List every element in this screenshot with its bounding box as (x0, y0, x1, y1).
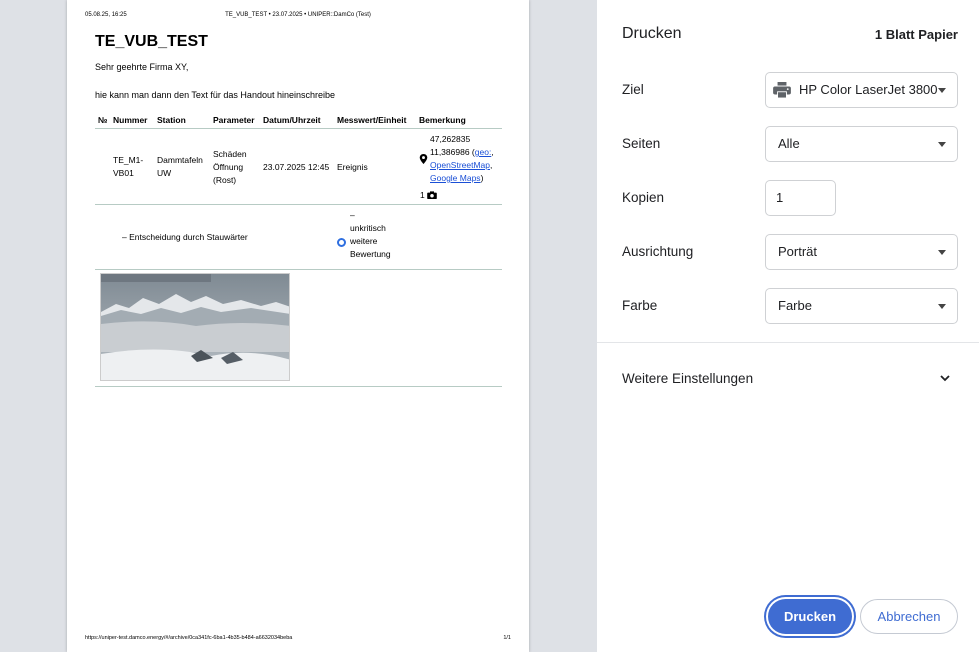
caret-down-icon (938, 142, 946, 147)
destination-label: Ziel (622, 82, 644, 97)
coords-lon: 11,386986 (430, 147, 470, 157)
document-intro: hie kann man dann den Text für das Hando… (95, 90, 335, 100)
panel-title: Drucken (622, 25, 682, 42)
page-footer-url: https://uniper-test.damco.energy/#/archi… (85, 635, 293, 641)
cell-parameter: Schäden Öffnung (Rost) (213, 149, 247, 185)
option-weitere-bewertung: weitere Bewertung (350, 236, 391, 259)
table-divider (95, 269, 502, 270)
photo-count: 1 (420, 189, 437, 202)
printer-icon (773, 82, 791, 98)
webcam-photo (100, 273, 290, 381)
cell-nummer: TE_M1-VB01 (113, 155, 144, 178)
cell-bemerkung: 47,262835 11,386986 (geo:, OpenStreetMap… (430, 133, 504, 185)
osm-line: OpenStreetMap, (430, 160, 493, 170)
map-pin-icon (419, 154, 428, 164)
th-number-sign: № (98, 115, 108, 125)
th-nummer: Nummer (113, 115, 148, 125)
sheet-count: 1 Blatt Papier (874, 27, 958, 42)
preview-page: 05.08.25, 16:25 TE_VUB_TEST • 23.07.2025… (67, 0, 529, 652)
geo-link[interactable]: geo: (475, 147, 492, 157)
print-preview-area: 05.08.25, 16:25 TE_VUB_TEST • 23.07.2025… (0, 0, 597, 652)
page-footer-page-number: 1/1 (503, 635, 511, 641)
color-label: Farbe (622, 298, 658, 313)
th-datum: Datum/Uhrzeit (263, 115, 321, 125)
pages-select[interactable]: Alle (765, 126, 958, 162)
destination-value: HP Color LaserJet 3800 (799, 82, 938, 97)
copies-label: Kopien (622, 190, 665, 205)
print-settings-panel: Drucken 1 Blatt Papier Ziel HP Color Las… (597, 0, 979, 652)
caret-down-icon (938, 250, 946, 255)
option-dash: – (350, 210, 355, 220)
color-select[interactable]: Farbe (765, 288, 958, 324)
pages-value: Alle (778, 136, 800, 151)
page-header-title: TE_VUB_TEST • 23.07.2025 • UNIPER::DamCo… (225, 12, 371, 18)
more-settings-toggle[interactable]: Weitere Einstellungen (622, 371, 753, 386)
cell-station: Dammtafeln UW (157, 155, 203, 178)
caret-down-icon (938, 304, 946, 309)
color-value: Farbe (778, 298, 812, 313)
openstreetmap-link[interactable]: OpenStreetMap (430, 160, 490, 170)
caret-down-icon (938, 88, 946, 93)
th-station: Station (157, 115, 186, 125)
cancel-button[interactable]: Abbrechen (860, 599, 958, 634)
decision-options: – unkritisch weitere Bewertung (350, 209, 410, 261)
chevron-down-icon[interactable] (939, 372, 951, 384)
cell-datum: 23.07.2025 12:45 (263, 162, 330, 172)
table-divider (95, 128, 502, 129)
th-messwert: Messwert/Einheit (337, 115, 407, 125)
table-divider (95, 386, 502, 387)
gmaps-line: Google Maps) (430, 173, 484, 183)
coords-lon-line: 11,386986 (geo:, (430, 147, 494, 157)
panel-divider (597, 342, 979, 343)
print-button[interactable]: Drucken (768, 599, 852, 634)
th-parameter: Parameter (213, 115, 255, 125)
orientation-label: Ausrichtung (622, 244, 694, 259)
google-maps-link[interactable]: Google Maps (430, 173, 481, 183)
option-unkritisch: unkritisch (350, 223, 386, 233)
orientation-value: Porträt (778, 244, 818, 259)
camera-icon (426, 191, 437, 199)
coords-lat: 47,262835 (430, 134, 471, 144)
th-bemerkung: Bemerkung (419, 115, 466, 125)
pages-label: Seiten (622, 136, 661, 151)
radio-selected-icon (337, 238, 346, 247)
document-title: TE_VUB_TEST (95, 33, 208, 50)
orientation-select[interactable]: Porträt (765, 234, 958, 270)
copies-input[interactable]: 1 (765, 180, 836, 216)
photo-count-value: 1 (420, 190, 425, 200)
decision-label: – Entscheidung durch Stauwärter (122, 232, 248, 242)
destination-select[interactable]: HP Color LaserJet 3800 (765, 72, 958, 108)
document-salutation: Sehr geehrte Firma XY, (95, 62, 189, 72)
cell-messwert: Ereignis (337, 162, 368, 172)
table-divider (95, 204, 502, 205)
